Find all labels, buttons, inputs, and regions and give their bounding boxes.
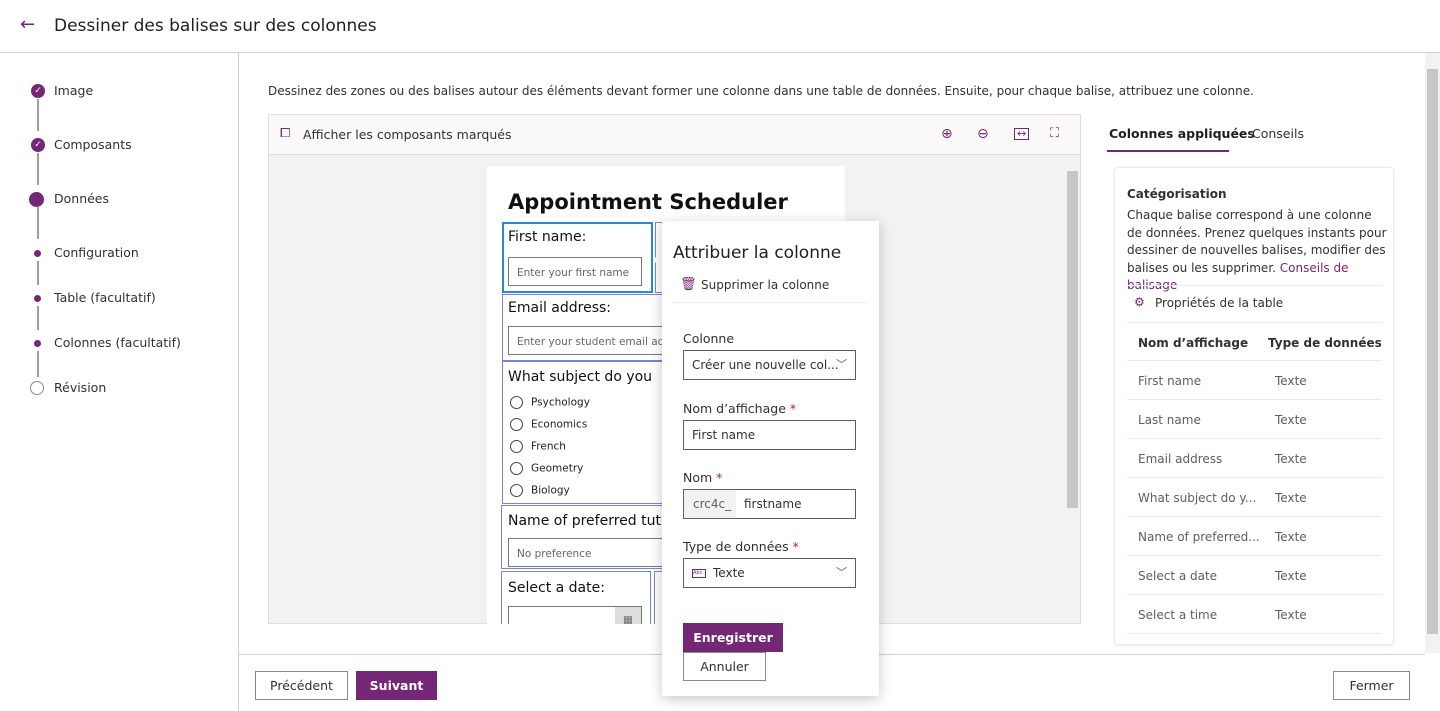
current-step-icon bbox=[29, 192, 44, 207]
applied-columns-card: Catégorisation Chaque balise correspond … bbox=[1114, 167, 1394, 645]
step-composants[interactable]: ✓ Composants bbox=[0, 135, 238, 155]
calendar-icon: ▦ bbox=[615, 607, 641, 624]
card-heading: Catégorisation bbox=[1127, 187, 1227, 201]
chevron-down-icon: ﹀ bbox=[836, 566, 847, 579]
zoom-in-icon[interactable]: ⊕ bbox=[941, 126, 953, 142]
fullscreen-icon[interactable]: ⛶ bbox=[1050, 126, 1059, 141]
step-colonnes[interactable]: Colonnes (facultatif) bbox=[0, 333, 238, 353]
divider bbox=[673, 302, 867, 303]
step-label: Composants bbox=[54, 137, 132, 152]
substep-dot-icon bbox=[34, 250, 41, 257]
form-label: Email address: bbox=[508, 300, 612, 316]
trash-icon[interactable]: 🗑 bbox=[680, 277, 697, 292]
check-icon: ✓ bbox=[31, 138, 45, 152]
step-connector bbox=[37, 99, 39, 131]
tab-conseils[interactable]: Conseils bbox=[1252, 126, 1304, 141]
header: ← Dessiner des balises sur des colonnes bbox=[0, 0, 1440, 53]
empty-step-icon bbox=[30, 381, 44, 395]
field-label: Nom * bbox=[683, 470, 723, 485]
radio-option: Biology bbox=[510, 484, 570, 497]
table-row[interactable]: Last name Texte bbox=[1127, 400, 1382, 439]
step-connector bbox=[37, 261, 39, 285]
show-tagged-toggle[interactable]: Afficher les composants marqués bbox=[303, 127, 511, 142]
delete-column-button[interactable]: Supprimer la colonne bbox=[701, 278, 829, 292]
step-label: Image bbox=[54, 83, 94, 98]
check-icon: ✓ bbox=[31, 84, 45, 98]
next-button[interactable]: Suivant bbox=[356, 671, 437, 700]
radio-option: Psychology bbox=[510, 396, 590, 409]
popup-title: Attribuer la colonne bbox=[673, 243, 842, 263]
card-text: Chaque balise correspond à une colonne d… bbox=[1127, 208, 1387, 292]
radio-option: Geometry bbox=[510, 462, 583, 475]
name-value: firstname bbox=[744, 497, 802, 511]
substep-dot-icon bbox=[34, 340, 41, 347]
instructions: Dessinez des zones ou des balises autour… bbox=[268, 84, 1254, 98]
radio-option: Economics bbox=[510, 418, 587, 431]
active-tab-indicator bbox=[1107, 150, 1229, 152]
table-row[interactable]: Select a date Texte bbox=[1127, 556, 1382, 595]
table-header: Nom d’affichage Type de données bbox=[1127, 322, 1382, 361]
step-connector bbox=[37, 306, 39, 330]
form-input: Enter your first name bbox=[508, 257, 642, 286]
save-button[interactable]: Enregistrer bbox=[683, 623, 783, 652]
table-row[interactable]: Email address Texte bbox=[1127, 439, 1382, 478]
table-row[interactable]: Select a time Texte bbox=[1127, 595, 1382, 634]
step-donnees[interactable]: Données bbox=[0, 189, 238, 209]
page-scrollbar[interactable] bbox=[1425, 53, 1440, 653]
step-configuration[interactable]: Configuration bbox=[0, 243, 238, 263]
data-type-dropdown[interactable]: Abc Texte ﹀ bbox=[683, 558, 856, 588]
substep-dot-icon bbox=[34, 295, 41, 302]
cancel-button[interactable]: Annuler bbox=[683, 652, 766, 681]
canvas-toolbar: ⧠ Afficher les composants marqués ⊕ ⊖ ↔ … bbox=[269, 115, 1080, 155]
table-properties-button[interactable]: Propriétés de la table bbox=[1155, 296, 1283, 310]
field-label: Colonne bbox=[683, 331, 735, 346]
step-connector bbox=[37, 153, 39, 185]
assign-column-popup: Attribuer la colonne 🗑 Supprimer la colo… bbox=[662, 221, 879, 696]
form-label: What subject do you bbox=[508, 369, 653, 385]
form-label: Select a date: bbox=[508, 580, 605, 596]
column-dropdown[interactable]: Créer une nouvelle col... ﹀ bbox=[683, 350, 856, 380]
step-label: Configuration bbox=[54, 245, 139, 260]
chevron-down-icon: ﹀ bbox=[836, 358, 847, 371]
date-input: ▦ bbox=[508, 606, 642, 624]
radio-option: French bbox=[510, 440, 566, 453]
divider bbox=[1127, 285, 1382, 286]
step-sidebar: ✓ Image ✓ Composants Données Configurati… bbox=[0, 53, 239, 711]
form-label: First name: bbox=[508, 229, 587, 245]
step-label: Données bbox=[54, 191, 110, 206]
form-label: Name of preferred tut bbox=[508, 513, 661, 529]
display-name-input[interactable]: First name bbox=[683, 420, 856, 450]
text-type-icon: Abc bbox=[692, 569, 706, 578]
step-label: Révision bbox=[54, 380, 107, 395]
name-prefix: crc4c_ bbox=[684, 490, 736, 518]
previous-button[interactable]: Précédent bbox=[255, 671, 348, 700]
fit-width-icon[interactable]: ↔ bbox=[1014, 128, 1030, 140]
table-row[interactable]: What subject do y... Texte bbox=[1127, 478, 1382, 517]
name-input[interactable]: crc4c_ firstname bbox=[683, 489, 856, 519]
field-label: Type de données * bbox=[683, 539, 799, 554]
canvas-scrollbar-thumb[interactable] bbox=[1067, 171, 1078, 508]
gear-icon: ⚙ bbox=[1134, 295, 1145, 309]
arrow-left-icon[interactable]: ← bbox=[20, 14, 35, 35]
step-connector bbox=[37, 351, 39, 377]
zoom-out-icon[interactable]: ⊖ bbox=[977, 126, 989, 142]
tab-colonnes-appliquees[interactable]: Colonnes appliquées bbox=[1109, 126, 1255, 141]
step-label: Colonnes (facultatif) bbox=[54, 335, 181, 350]
step-revision[interactable]: Révision bbox=[0, 378, 238, 398]
form-title: Appointment Scheduler bbox=[508, 190, 788, 214]
page-title: Dessiner des balises sur des colonnes bbox=[54, 16, 377, 36]
field-label: Nom d’affichage * bbox=[683, 401, 797, 416]
step-connector bbox=[37, 207, 39, 239]
table-row[interactable]: Name of preferred... Texte bbox=[1127, 517, 1382, 556]
table-row[interactable]: First name Texte bbox=[1127, 361, 1382, 400]
tag-view-icon[interactable]: ⧠ bbox=[280, 126, 290, 141]
step-table[interactable]: Table (facultatif) bbox=[0, 288, 238, 308]
step-label: Table (facultatif) bbox=[54, 290, 156, 305]
step-image[interactable]: ✓ Image bbox=[0, 81, 238, 101]
page-scrollbar-thumb[interactable] bbox=[1427, 69, 1438, 634]
close-button[interactable]: Fermer bbox=[1333, 671, 1410, 700]
